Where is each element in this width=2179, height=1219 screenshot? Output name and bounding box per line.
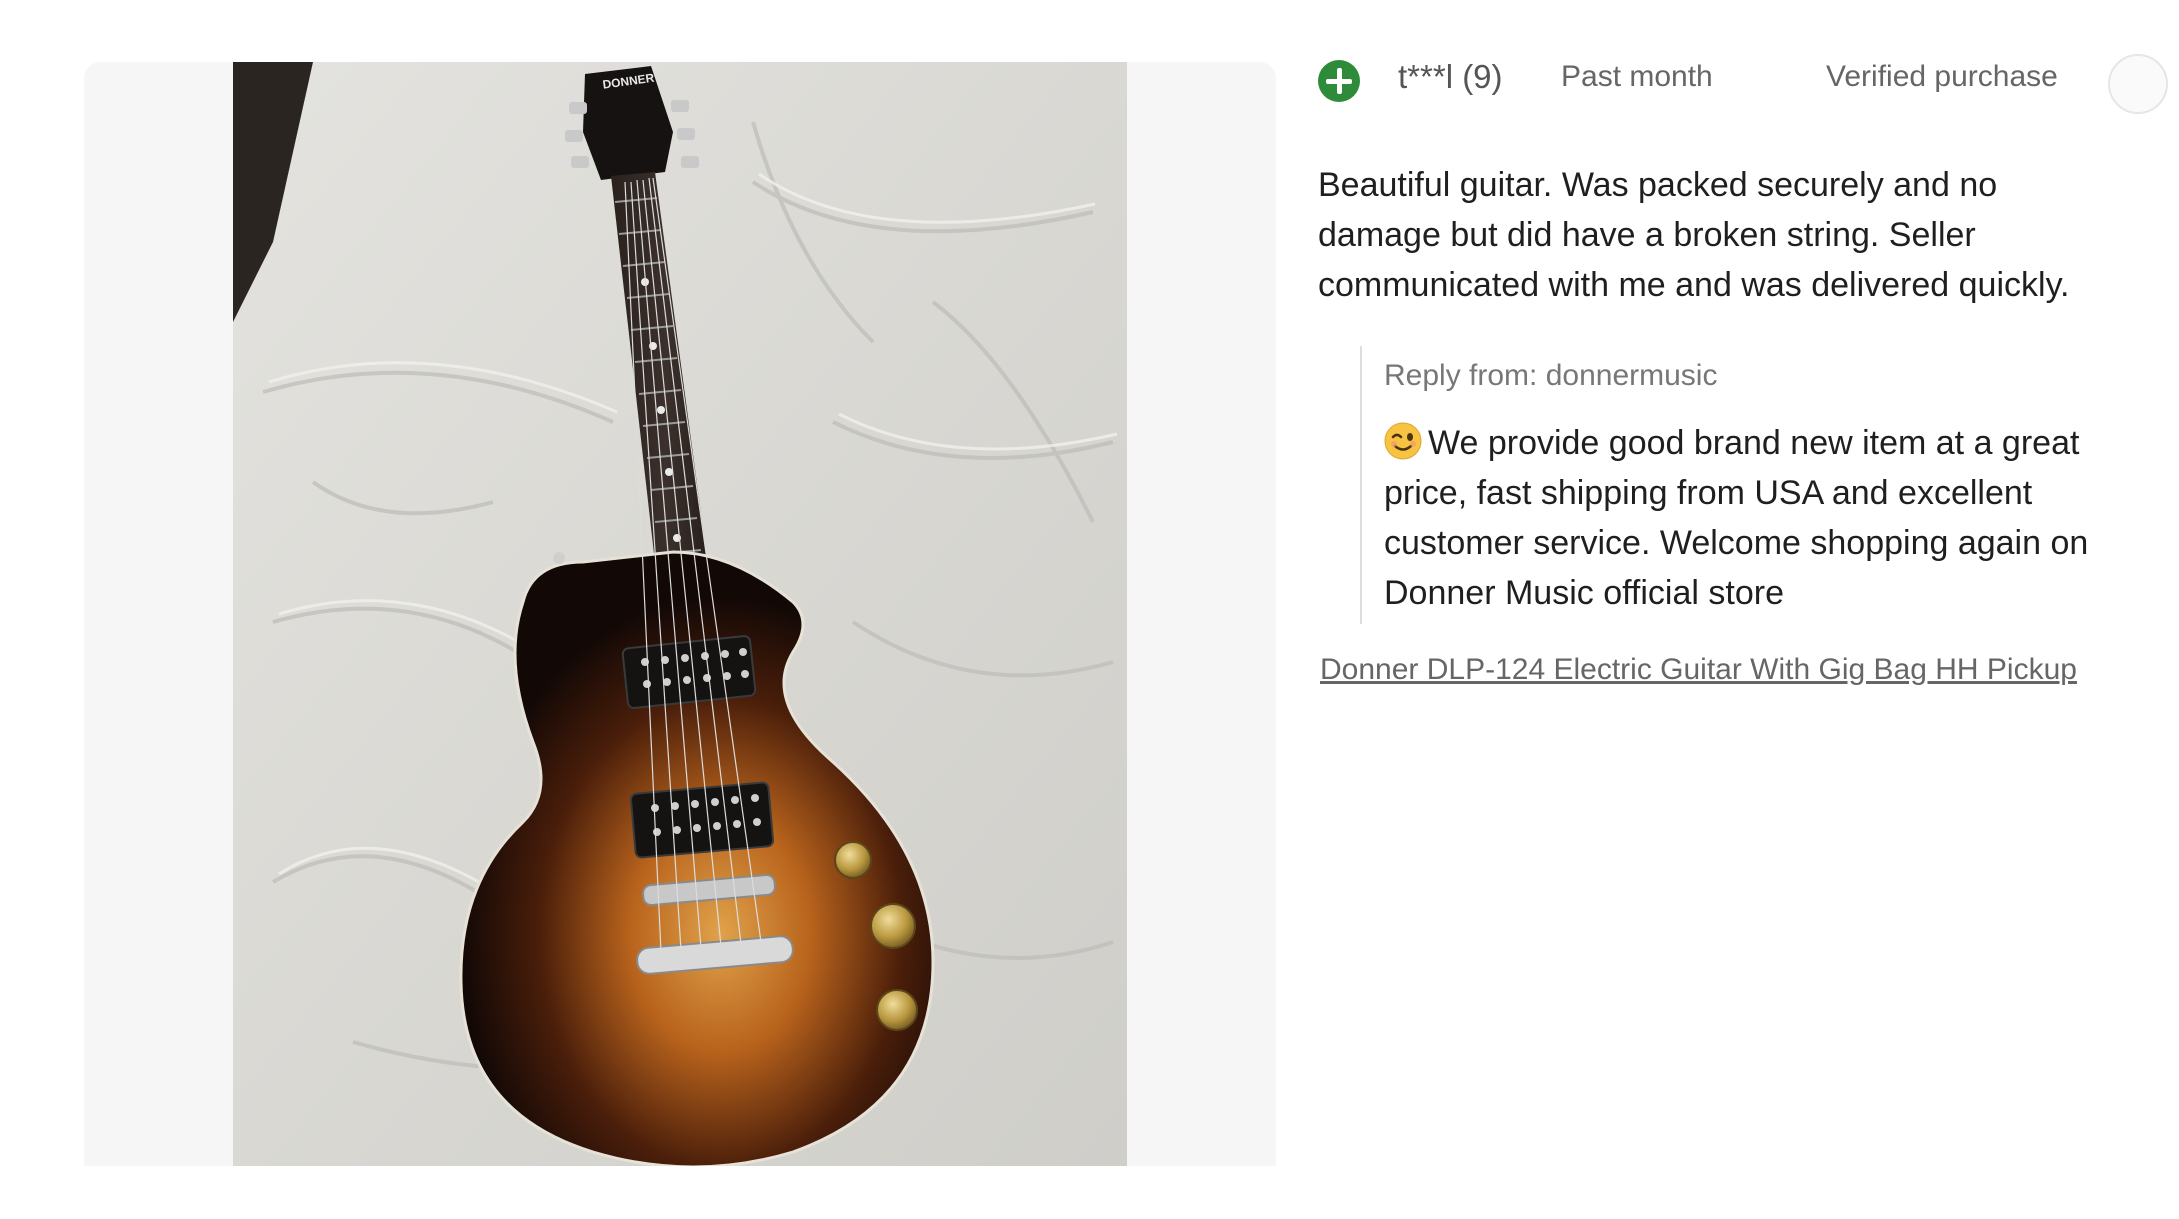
review-body: Beautiful guitar. Was packed securely an… [1318,166,2070,304]
winking-face-icon [1384,422,1422,460]
product-link[interactable]: Donner DLP-124 Electric Guitar With Gig … [1320,650,2100,690]
reply-from: Reply from: donnermusic [1384,359,1718,392]
reviewer-avatar [1318,60,1360,102]
verified-purchase-label: Verified purchase [1826,60,2058,93]
more-options-button[interactable] [2108,54,2168,114]
review-page: DONNER t***l (9) Past month Verified pur… [0,0,2179,1219]
review-card: t***l (9) Past month Verified purchase B… [1318,54,2168,690]
review-photo[interactable]: DONNER [233,62,1127,1166]
seller-reply: Reply from: donnermusic We provide good … [1360,346,2120,624]
guitar-photo-image: DONNER [233,62,1127,1166]
reply-text-container: We provide good brand new item at a grea… [1384,418,2120,624]
reviewer-name: t***l (9) [1398,58,1503,95]
review-media-panel: DONNER [84,62,1276,1166]
review-header: t***l (9) Past month Verified purchase [1318,54,2168,114]
review-date: Past month [1561,60,1713,93]
reply-text: We provide good brand new item at a grea… [1384,424,2089,612]
